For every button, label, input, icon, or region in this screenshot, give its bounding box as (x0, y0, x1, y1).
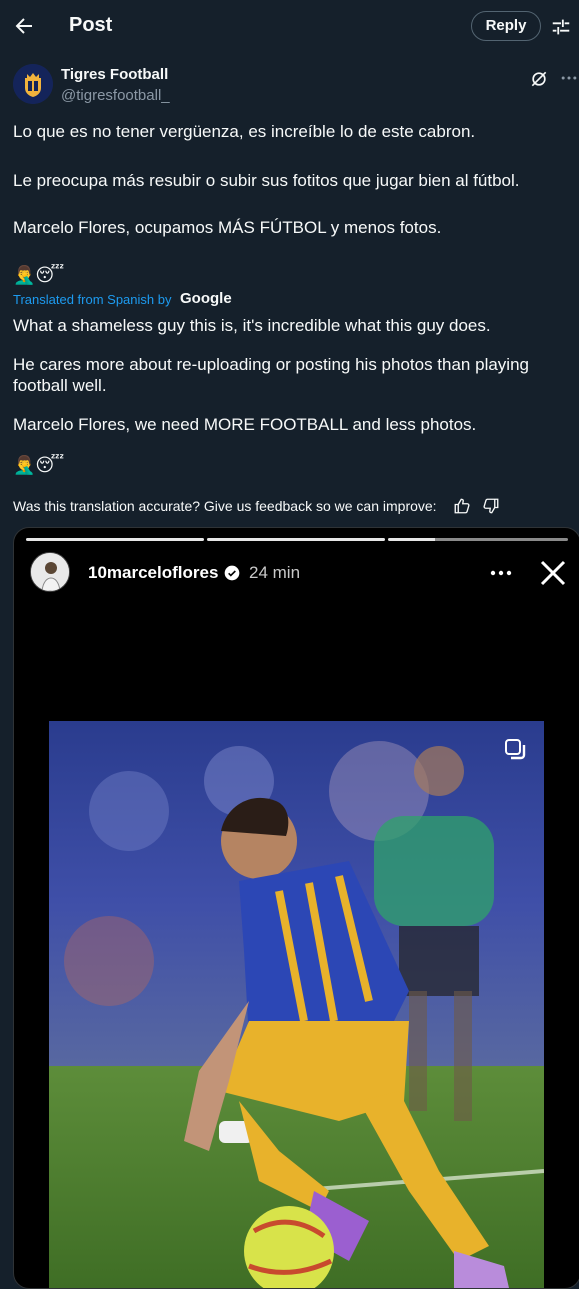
player-avatar-icon (31, 553, 69, 591)
author-name[interactable]: Tigres Football (61, 66, 168, 83)
top-bar: Post Reply (0, 0, 579, 54)
reply-button[interactable]: Reply (471, 11, 541, 41)
post-text-original-1: Lo que es no tener vergüenza, es increíb… (13, 122, 476, 141)
post-emojis-original: 🤦‍♂️😴 (13, 265, 65, 285)
thumbs-up-icon[interactable] (453, 497, 471, 515)
post-text-translation-2: He cares more about re-uploading or post… (13, 355, 529, 395)
author-handle[interactable]: @tigresfootball_ (61, 87, 170, 104)
copy-icon (505, 739, 526, 760)
story-progress-segment (26, 538, 204, 541)
google-logo: Google (180, 290, 232, 307)
back-arrow-icon[interactable] (12, 14, 36, 38)
page-title: Post (69, 14, 113, 36)
post-text-translation-1: What a shameless guy this is, it's incre… (13, 316, 491, 335)
tigres-logo-icon (13, 64, 53, 104)
post-text-original-3: Marcelo Flores, ocupamos MÁS FÚTBOL y me… (13, 218, 442, 237)
verified-badge-icon (224, 565, 240, 581)
post-media-card[interactable]: 10marceloflores 24 min (13, 527, 579, 1289)
sliders-icon[interactable] (550, 16, 572, 38)
player-photo (49, 721, 544, 1288)
story-progress-segment (207, 538, 385, 541)
translation-feedback-prompt: Was this translation accurate? Give us f… (13, 498, 437, 514)
post-text-original-2: Le preocupa más resubir o subir sus foti… (13, 171, 520, 190)
story-more-icon (490, 570, 512, 576)
avatar[interactable] (13, 64, 53, 104)
post-text-translation-3: Marcelo Flores, we need MORE FOOTBALL an… (13, 415, 477, 434)
story-avatar (30, 552, 70, 592)
grok-icon[interactable] (529, 69, 549, 89)
post-emojis-translation: 🤦‍♂️😴 (13, 455, 65, 475)
more-options-icon[interactable] (559, 68, 579, 88)
player-photo-illustration (49, 721, 544, 1288)
story-close-icon (540, 560, 566, 586)
translated-from-label[interactable]: Translated from Spanish by (13, 292, 171, 307)
story-time: 24 min (249, 563, 301, 582)
story-progress-segment (388, 538, 568, 541)
story-username: 10marceloflores (88, 563, 219, 582)
thumbs-down-icon[interactable] (482, 497, 500, 515)
